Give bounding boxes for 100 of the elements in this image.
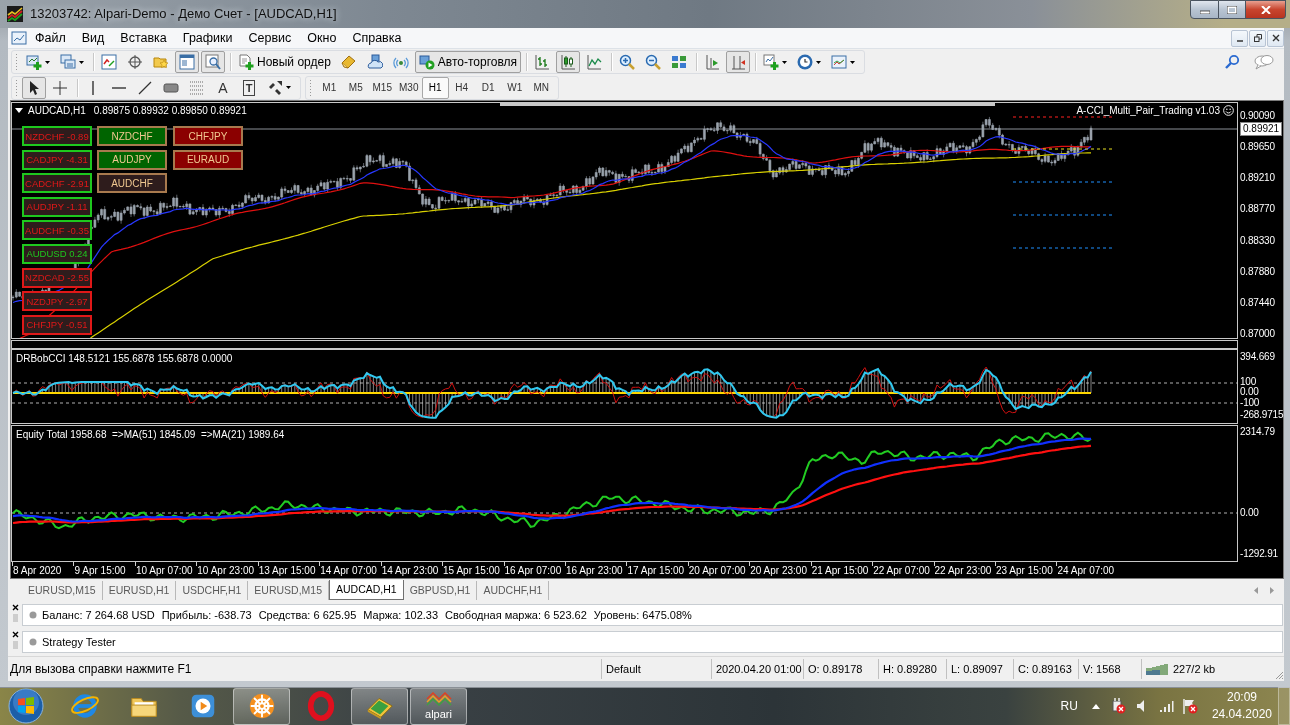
chart-window-icon [831, 54, 848, 70]
menu-item[interactable]: Файл [27, 31, 74, 45]
status-field: 2020.04.20 01:00 [711, 659, 803, 679]
timeframe-button[interactable]: M30 [395, 76, 422, 99]
traffic-bars-icon [1146, 663, 1168, 675]
plug-cross-icon[interactable] [1109, 698, 1126, 714]
close-button[interactable] [1267, 29, 1284, 47]
cci-axis-label: 100 [1240, 376, 1257, 387]
chart-tab[interactable]: AUDCAD,H1 [329, 579, 404, 600]
grip-icon[interactable] [15, 54, 18, 70]
grip-icon[interactable] [15, 79, 18, 96]
chart-shift-button[interactable] [726, 51, 751, 73]
crosshair-icon [127, 54, 143, 70]
account-summary-text: Маржа: 102.33 [363, 608, 439, 621]
menu-item[interactable]: Вид [73, 31, 113, 45]
menu-item[interactable]: Сервис [240, 31, 300, 45]
menu-item[interactable]: Графики [174, 31, 241, 45]
time-axis-label: 8 Apr 2020 [13, 565, 62, 576]
grip-icon[interactable] [12, 614, 18, 622]
caret-icon [816, 60, 822, 64]
close-icon[interactable] [11, 631, 19, 638]
price-axis-label: 0.89210 [1240, 172, 1275, 185]
status-field: C: 0.89163 [1013, 659, 1078, 679]
tester-button[interactable] [201, 51, 225, 73]
close-icon[interactable] [11, 604, 19, 611]
timeframe-button[interactable]: D1 [475, 76, 502, 99]
menu-item[interactable]: Справка [344, 31, 410, 45]
tile-windows-icon [671, 54, 688, 70]
autotrading-button[interactable]: Авто-торговля [414, 51, 522, 73]
eraser-icon [340, 54, 357, 70]
cursor-tool-button[interactable] [22, 76, 46, 99]
traffic-text: 227/2 kb [1173, 663, 1216, 675]
cloud-icon [366, 54, 383, 70]
bar-chart-icon [534, 54, 551, 70]
new-order-button[interactable]: Новый ордер [234, 51, 335, 73]
close-button[interactable] [1246, 0, 1286, 19]
timeframe-button[interactable]: M15 [369, 76, 396, 99]
chart-tab[interactable]: GBPUSD,H1 [403, 580, 478, 600]
timeframe-button[interactable]: M1 [316, 76, 343, 99]
account-summary-text: Баланс: 7 264.68 USD [42, 608, 155, 621]
language-indicator[interactable]: RU [1060, 699, 1078, 713]
taskbar-button[interactable] [351, 687, 408, 725]
window-magnifier-icon [205, 54, 221, 70]
panel-title: Strategy Tester [42, 636, 116, 648]
scroll-right-button[interactable] [1268, 586, 1276, 594]
time-axis-label: 17 Apr 15:00 [627, 565, 685, 576]
ring-orbit-icon [69, 691, 100, 721]
chart-tab[interactable]: EURUSD,M15 [22, 580, 103, 600]
price-axis-label: 0.88770 [1240, 203, 1275, 216]
play-badge-icon [418, 54, 435, 70]
candles-icon [560, 54, 577, 70]
clock-time[interactable]: 20:09 [1226, 689, 1257, 706]
time-axis-label: 10 Apr 23:00 [197, 565, 255, 576]
time-axis-label: 20 Apr 23:00 [750, 565, 807, 576]
minimize-button[interactable] [1231, 29, 1248, 47]
zoom-out-icon [645, 54, 662, 70]
chart-tab[interactable]: USDCHF,H1 [176, 580, 249, 600]
timeframe-button[interactable]: H1 [422, 76, 449, 99]
timeframe-button[interactable]: M5 [342, 76, 369, 99]
flag-cross-icon[interactable] [1181, 698, 1198, 714]
status-field: O: 0.89178 [803, 659, 878, 679]
candles-button[interactable] [556, 51, 581, 73]
time-axis-label: 23 Apr 15:00 [996, 565, 1053, 576]
timeframe-button[interactable]: MN [528, 76, 555, 99]
taskbar-button[interactable]: alpari [410, 687, 467, 725]
maximize-button[interactable] [1219, 0, 1246, 19]
signal-bars-icon[interactable] [1157, 698, 1174, 714]
timeframe-button[interactable]: H4 [448, 76, 475, 99]
grip-icon[interactable] [12, 641, 18, 649]
menu-item[interactable]: Окно [299, 31, 345, 45]
minimize-button[interactable] [1190, 0, 1219, 19]
scroll-left-button[interactable] [1252, 586, 1260, 594]
caret-icon [45, 60, 50, 64]
axis-arrow-icon [704, 54, 721, 70]
chart-tab[interactable]: AUDCHF,H1 [477, 580, 550, 600]
chart-tab[interactable]: EURUSD,H1 [102, 580, 177, 600]
restore-button[interactable] [1249, 29, 1266, 47]
close-icon [1271, 34, 1280, 42]
terminal-button[interactable] [175, 51, 199, 73]
text-tool-button[interactable]: A [211, 76, 235, 99]
caret-icon [286, 86, 291, 89]
equity-axis-label: 0.00 [1240, 507, 1259, 519]
status-help-text: Для вызова справки нажмите F1 [9, 662, 193, 676]
status-field: Default [601, 659, 711, 679]
time-axis-label: 21 Apr 15:00 [811, 565, 869, 576]
show-hidden-icons-button[interactable] [1091, 703, 1100, 709]
taskbar-button[interactable] [233, 687, 290, 725]
price-axis-label: 0.87000 [1240, 327, 1275, 340]
chart-document-icon[interactable] [11, 30, 27, 46]
panel-window-icon [179, 54, 195, 70]
grip-icon[interactable] [309, 79, 312, 96]
time-axis-label: 9 Apr 15:00 [74, 565, 126, 576]
menu-item[interactable]: Вставка [112, 31, 175, 45]
label-tool-button[interactable]: T [237, 76, 261, 99]
timeframe-button[interactable]: W1 [501, 76, 528, 99]
caret-icon [782, 60, 788, 64]
clock-date[interactable]: 24.04.2020 [1211, 706, 1272, 723]
price-axis-label: 0.90090 [1240, 110, 1275, 122]
resize-grip-icon[interactable] [1274, 670, 1284, 680]
crosshair-icon [52, 79, 68, 96]
